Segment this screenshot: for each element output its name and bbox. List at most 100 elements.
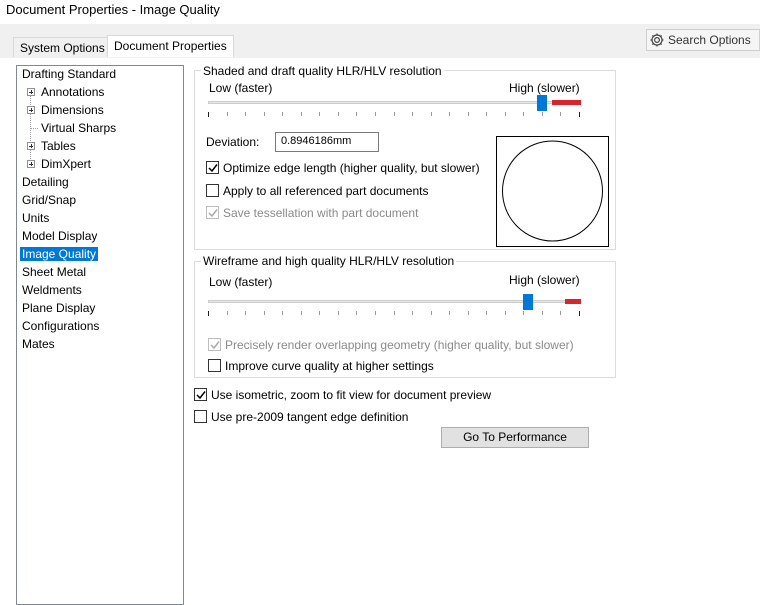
- tree-item-plane-display[interactable]: Plane Display: [22, 300, 95, 317]
- slider-tick: [394, 311, 395, 315]
- check-icon: [196, 391, 206, 400]
- go-to-performance-button[interactable]: Go To Performance: [441, 427, 589, 448]
- slider-tick: [449, 311, 450, 315]
- slider-tick: [523, 112, 524, 116]
- gear-icon: [650, 33, 664, 47]
- tree-connector: [31, 128, 38, 129]
- slider-tick: [579, 112, 580, 117]
- pre2009-tangent-checkbox[interactable]: [194, 410, 207, 423]
- improve-curve-checkbox[interactable]: [208, 359, 221, 372]
- tree-item-tables[interactable]: Tables: [41, 138, 76, 155]
- slider-tick: [227, 112, 228, 116]
- expand-icon[interactable]: [27, 88, 35, 96]
- slider-tick: [542, 112, 543, 116]
- apply-all-label[interactable]: Apply to all referenced part documents: [223, 184, 428, 198]
- tree-item-units[interactable]: Units: [22, 210, 49, 227]
- optimize-edge-checkbox[interactable]: [206, 161, 219, 174]
- tree-item-grid-snap[interactable]: Grid/Snap: [22, 192, 76, 209]
- expand-icon[interactable]: [27, 106, 35, 114]
- slider-tick: [208, 112, 209, 117]
- slider-tick: [486, 311, 487, 315]
- wireframe-high-label: High (slower): [509, 273, 580, 287]
- shaded-group-title: Shaded and draft quality HLR/HLV resolut…: [201, 64, 444, 78]
- wireframe-resolution-slider[interactable]: [208, 294, 582, 318]
- slider-tick: [264, 311, 265, 315]
- slider-tick: [356, 311, 357, 315]
- slider-tick: [542, 311, 543, 315]
- tree-item-weldments[interactable]: Weldments: [22, 282, 82, 299]
- slider-tick: [560, 311, 561, 315]
- search-options-button[interactable]: Search Options: [646, 29, 760, 51]
- slider-tick: [264, 112, 265, 116]
- deviation-input[interactable]: 0.8946186mm: [275, 132, 379, 152]
- slider-high-zone: [552, 100, 581, 105]
- slider-tick: [486, 112, 487, 116]
- search-options-label: Search Options: [668, 33, 751, 47]
- slider-high-zone: [565, 299, 581, 304]
- slider-tick: [468, 112, 469, 116]
- tree-item-dimxpert[interactable]: DimXpert: [41, 156, 91, 173]
- slider-ticks: [208, 112, 580, 118]
- isometric-preview-label[interactable]: Use isometric, zoom to fit view for docu…: [211, 388, 491, 402]
- expand-icon[interactable]: [27, 160, 35, 168]
- slider-tick: [431, 311, 432, 315]
- wireframe-group-title: Wireframe and high quality HLR/HLV resol…: [201, 254, 457, 268]
- precise-render-checkbox[interactable]: [208, 338, 221, 351]
- check-icon: [208, 209, 218, 218]
- slider-tick: [338, 112, 339, 116]
- save-tessellation-checkbox[interactable]: [206, 206, 219, 219]
- shaded-low-label: Low (faster): [209, 81, 273, 95]
- slider-tick: [412, 112, 413, 116]
- apply-all-checkbox[interactable]: [206, 184, 219, 197]
- tree-item-virtual-sharps[interactable]: Virtual Sharps: [41, 120, 116, 137]
- options-tree[interactable]: Drafting Standard Annotations Dimensions…: [16, 65, 184, 605]
- slider-tick: [523, 311, 524, 315]
- tab-document-properties[interactable]: Document Properties: [107, 35, 234, 57]
- slider-tick: [375, 311, 376, 315]
- shaded-resolution-slider[interactable]: [208, 95, 582, 119]
- slider-tick: [579, 311, 580, 316]
- wireframe-low-label: Low (faster): [209, 275, 273, 289]
- title-bar: Document Properties - Image Quality: [0, 0, 760, 24]
- tree-item-dimensions[interactable]: Dimensions: [41, 102, 104, 119]
- slider-tick: [301, 311, 302, 315]
- slider-thumb[interactable]: [537, 95, 547, 111]
- tree-item-model-display[interactable]: Model Display: [22, 228, 97, 245]
- slider-tick: [560, 112, 561, 116]
- optimize-edge-label[interactable]: Optimize edge length (higher quality, bu…: [223, 161, 480, 175]
- tree-connector: [30, 91, 31, 163]
- slider-tick: [375, 112, 376, 116]
- isometric-preview-checkbox[interactable]: [194, 388, 207, 401]
- improve-curve-label[interactable]: Improve curve quality at higher settings: [225, 359, 434, 373]
- tree-item-sheet-metal[interactable]: Sheet Metal: [22, 264, 86, 281]
- tree-item-configurations[interactable]: Configurations: [22, 318, 99, 335]
- quality-preview: [496, 136, 609, 247]
- slider-tick: [338, 311, 339, 315]
- tree-item-annotations[interactable]: Annotations: [41, 84, 104, 101]
- pre2009-tangent-label[interactable]: Use pre-2009 tangent edge definition: [211, 410, 408, 424]
- tree-item-mates[interactable]: Mates: [22, 336, 55, 353]
- tab-system-options[interactable]: System Options: [13, 37, 112, 57]
- slider-tick: [505, 311, 506, 315]
- slider-tick: [431, 112, 432, 116]
- slider-tick: [319, 311, 320, 315]
- check-icon: [210, 341, 220, 350]
- slider-tick: [505, 112, 506, 116]
- expand-icon[interactable]: [27, 142, 35, 150]
- shaded-high-label: High (slower): [509, 81, 580, 95]
- slider-thumb[interactable]: [523, 294, 533, 310]
- slider-tick: [301, 112, 302, 116]
- slider-tick: [449, 112, 450, 116]
- slider-tick: [282, 112, 283, 116]
- slider-tick: [227, 311, 228, 315]
- tree-item-drafting-standard[interactable]: Drafting Standard: [22, 66, 116, 83]
- precise-render-label: Precisely render overlapping geometry (h…: [225, 338, 574, 352]
- slider-tick: [319, 112, 320, 116]
- circle-preview-icon: [502, 140, 603, 242]
- slider-tick: [356, 112, 357, 116]
- tree-item-image-quality[interactable]: Image Quality: [20, 246, 99, 263]
- tree-item-detailing[interactable]: Detailing: [22, 174, 69, 191]
- deviation-label: Deviation:: [206, 135, 260, 149]
- slider-tick: [394, 112, 395, 116]
- slider-ticks: [208, 311, 580, 317]
